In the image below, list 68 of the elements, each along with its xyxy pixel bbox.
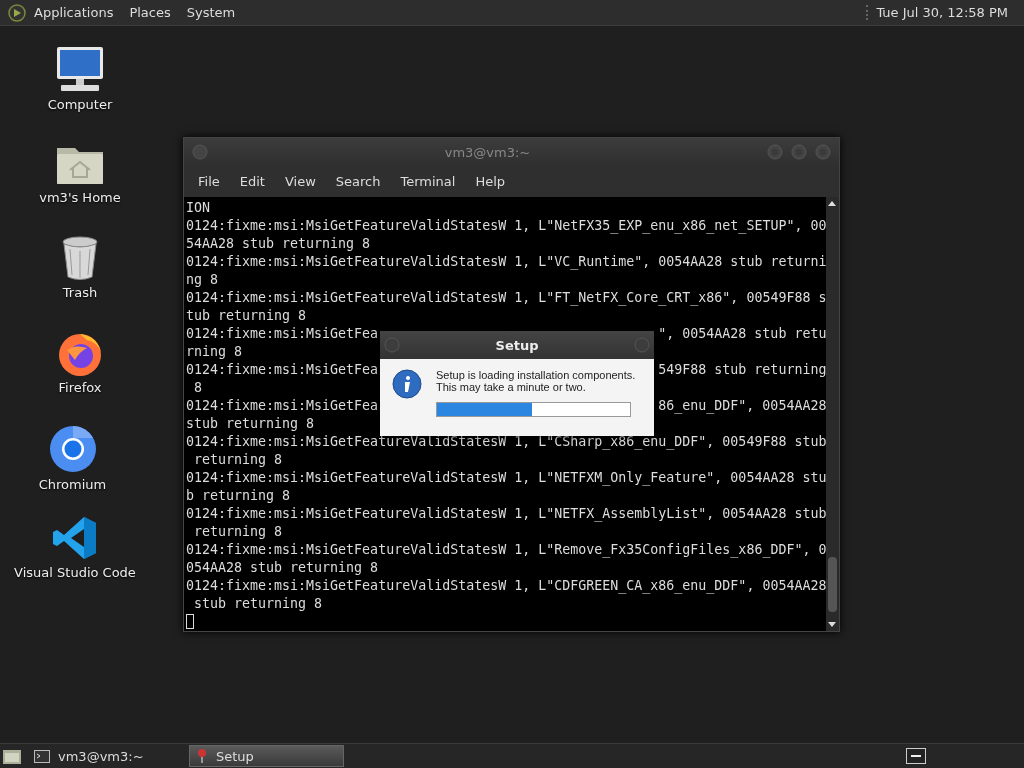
desktop-icon-label[interactable]: Visual Studio Code xyxy=(14,565,136,580)
taskbar-button[interactable]: Setup xyxy=(189,745,344,767)
terminal-line: rning 8 xyxy=(186,343,243,361)
terminal-line: returning 8 xyxy=(193,451,283,469)
window-title: vm3@vm3:~ xyxy=(443,144,532,160)
trash-can-icon xyxy=(60,235,100,281)
setup-icon xyxy=(196,748,208,764)
terminal-line: tub returning 8 xyxy=(186,307,307,325)
show-desktop-icon[interactable] xyxy=(2,747,22,765)
terminal-line: 0124:fixme:msi:MsiGetFea xyxy=(186,361,379,379)
terminal-line: 0124:fixme:msi:MsiGetFeatureValidStatesW 1, L"FT_NetFX_Core_CRT_x86", 00549F88 s xyxy=(186,289,826,307)
text-cursor xyxy=(186,614,194,629)
info-icon xyxy=(392,369,422,399)
scroll-up-arrow-icon xyxy=(827,200,837,207)
terminal-line: b returning 8 xyxy=(186,487,291,505)
terminal-line: ", 0054AA28 stub retu xyxy=(658,325,826,343)
terminal-line: 54AA28 stub returning 8 xyxy=(186,235,371,253)
close-button[interactable] xyxy=(634,337,650,353)
code-editor-icon xyxy=(52,515,98,561)
panel-menu[interactable]: System xyxy=(178,5,244,20)
menu-item[interactable]: File xyxy=(188,174,230,189)
maximize-button[interactable] xyxy=(791,144,807,160)
window-menu-icon xyxy=(384,337,400,353)
terminal-line: 0124:fixme:msi:MsiGetFeatureValidStatesW 1, L"VC_Runtime", 0054AA28 stub returni xyxy=(186,253,826,271)
menu-item[interactable]: Search xyxy=(325,174,391,189)
window-menu-icon xyxy=(192,144,208,160)
clock[interactable]: Tue Jul 30, 12:58 PM xyxy=(866,5,1016,20)
desktop-icon-label[interactable]: Computer xyxy=(47,97,113,112)
terminal-line: 0124:fixme:msi:MsiGetFeatureValidStatesW 1, L"CSharp_x86_enu_DDF", 00549F88 stub xyxy=(186,433,826,451)
menu-logo-icon xyxy=(8,3,26,22)
menu-item[interactable]: Help xyxy=(465,174,516,189)
terminal-line: 0124:fixme:msi:MsiGetFea xyxy=(186,325,379,343)
minimize-button[interactable] xyxy=(767,144,783,160)
close-button[interactable] xyxy=(815,144,831,160)
dialog-message: Setup is loading installation components. This may take a minute or two. xyxy=(436,369,636,393)
terminal-line: 0124:fixme:msi:MsiGetFeatureValidStatesW 1, L"NETFX_AssemblyList", 0054AA28 stub xyxy=(186,505,826,523)
terminal-line: 054AA28 stub returning 8 xyxy=(186,559,379,577)
terminal-line: ION xyxy=(186,199,211,217)
terminal-line: 0124:fixme:msi:MsiGetFeatureValidStatesW 1, L"CDFGREEN_CA_x86_enu_DDF", 0054AA28 xyxy=(186,577,826,595)
terminal-line: 0124:fixme:msi:MsiGetFeatureValidStatesW 1, L"NETFXM_Only_Feature", 0054AA28 stu xyxy=(186,469,826,487)
terminal-line: returning 8 xyxy=(193,523,283,541)
desktop-icon-label[interactable]: vm3's Home xyxy=(39,190,121,205)
terminal-line: 0124:fixme:msi:MsiGetFeatureValidStatesW 1, L"NetFX35_EXP_enu_x86_net_SETUP", 00 xyxy=(186,217,826,235)
taskbar-button[interactable]: vm3@vm3:~ xyxy=(28,745,183,767)
dialog-title: Setup xyxy=(495,337,539,353)
terminal-line: stub returning 8 xyxy=(193,595,323,613)
terminal-line: 549F88 stub returning xyxy=(658,361,826,379)
terminal-line: 0124:fixme:msi:MsiGetFea xyxy=(186,397,379,415)
terminal-line: 0124:fixme:msi:MsiGetFeatureValidStatesW 1, L"Remove_Fx35ConfigFiles_x86_DDF", 0 xyxy=(186,541,826,559)
workspace-switcher-icon xyxy=(906,748,926,764)
computer-icon xyxy=(55,45,105,93)
desktop-icon-label[interactable]: Firefox xyxy=(58,380,102,395)
panel-menu[interactable]: Applications xyxy=(26,5,122,20)
chromium-icon xyxy=(48,425,97,473)
panel-menu[interactable]: Places xyxy=(121,5,179,20)
terminal-line: ng 8 xyxy=(186,271,219,289)
desktop-icon-label[interactable]: Trash xyxy=(62,285,98,300)
menu-item[interactable]: View xyxy=(274,174,326,189)
scrollbar-thumb[interactable] xyxy=(828,557,837,612)
menu-item[interactable]: Terminal xyxy=(390,174,466,189)
scrollbar[interactable] xyxy=(826,197,839,631)
terminal-line: 8 xyxy=(193,379,202,397)
terminal-line: 86_enu_DDF", 0054AA28 xyxy=(658,397,826,415)
terminal-icon xyxy=(34,749,50,763)
menu-item[interactable]: Edit xyxy=(229,174,275,189)
desktop-icon-label[interactable]: Chromium xyxy=(38,477,107,492)
terminal-line: stub returning 8 xyxy=(186,415,315,433)
scroll-down-arrow-icon xyxy=(827,621,837,628)
